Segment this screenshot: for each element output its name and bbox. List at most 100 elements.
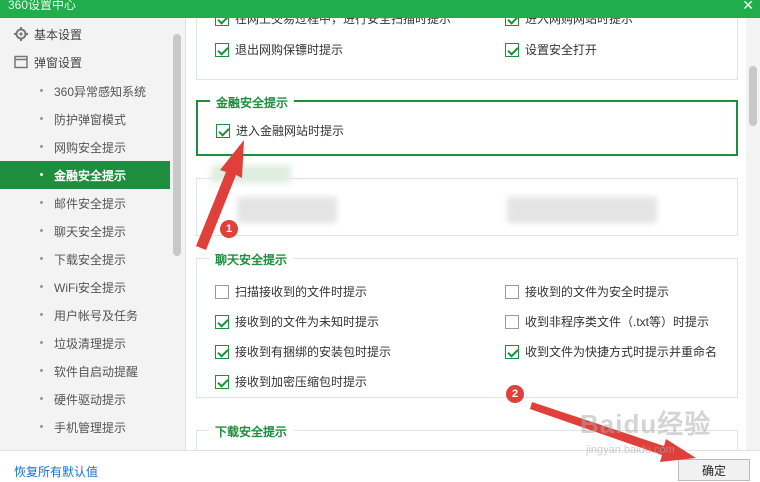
bullet-icon: [40, 397, 43, 400]
bundled-installer-checkbox[interactable]: 接收到有捆绑的安装包时提示: [215, 343, 391, 360]
obscured-content: [211, 165, 291, 183]
footer-bar: 恢复所有默认值 确定: [0, 450, 760, 482]
shortcut-rename-checkbox[interactable]: 收到文件为快捷方式时提示并重命名: [505, 343, 717, 360]
sidebar-item-label: 垃圾清理提示: [54, 336, 127, 351]
sidebar-group-basic[interactable]: 基本设置: [0, 20, 170, 48]
sidebar-item-mobile[interactable]: 手机管理提示: [0, 413, 170, 441]
checkbox[interactable]: [215, 18, 229, 26]
checkbox[interactable]: [505, 284, 519, 299]
sidebar: 基本设置 弹窗设置 360异常感知系统 防护弹窗模式 网购安全提示 金融安全提示…: [0, 18, 186, 450]
sidebar-item-label: 邮件安全提示: [54, 196, 127, 211]
gear-icon: [14, 27, 28, 41]
bullet-icon: [40, 425, 43, 428]
window-title: 360设置中心: [8, 0, 77, 12]
bullet-icon: [40, 313, 43, 316]
non-program-file-checkbox[interactable]: 收到非程序类文件（.txt等）时提示: [505, 313, 709, 330]
sidebar-item-chat[interactable]: 聊天安全提示: [0, 217, 170, 245]
file-safe-checkbox[interactable]: 接收到的文件为安全时提示: [505, 283, 669, 300]
sidebar-item-label: 金融安全提示: [54, 168, 127, 183]
sidebar-item-autostart[interactable]: 软件自启动提醒: [0, 357, 170, 385]
checkbox-label: 退出网购保镖时提示: [235, 43, 344, 57]
sidebar-item-mail[interactable]: 邮件安全提示: [0, 189, 170, 217]
checkbox[interactable]: [505, 42, 519, 57]
encrypted-archive-checkbox[interactable]: 接收到加密压缩包时提示: [215, 373, 367, 390]
chat-section-title: 聊天安全提示: [209, 251, 294, 268]
checkbox[interactable]: [215, 42, 229, 57]
chat-section: 聊天安全提示 扫描接收到的文件时提示 接收到的文件为安全时提示 接收到的文件为未…: [196, 251, 738, 398]
checkbox[interactable]: [505, 314, 519, 329]
bullet-icon: [40, 257, 43, 260]
bullet-icon: [40, 341, 43, 344]
sidebar-scroll-thumb[interactable]: [173, 34, 181, 256]
bullet-icon: [40, 229, 43, 232]
sidebar-item-wifi[interactable]: WiFi安全提示: [0, 273, 170, 301]
checkbox-label: 接收到的文件为安全时提示: [525, 285, 670, 299]
shopping-section: 在网上交易过程中，进行安全扫描时提示 进入网购网站时提示 退出网购保镖时提示 设…: [196, 18, 738, 80]
checkbox-label: 进入金融网站时提示: [236, 124, 345, 138]
ok-button[interactable]: 确定: [678, 459, 750, 481]
main-scroll-thumb[interactable]: [749, 66, 757, 126]
sidebar-group-label: 基本设置: [34, 27, 83, 42]
checkbox[interactable]: [215, 344, 229, 359]
sidebar-item-label: 网购安全提示: [54, 140, 127, 155]
checkbox-label: 进入网购网站时提示: [525, 18, 634, 26]
sidebar-item-download[interactable]: 下载安全提示: [0, 245, 170, 273]
checkbox-label: 收到非程序类文件（.txt等）时提示: [525, 315, 710, 329]
shopping-partial-left[interactable]: 在网上交易过程中，进行安全扫描时提示: [215, 18, 451, 27]
sidebar-item-label: 手机管理提示: [54, 420, 127, 435]
sidebar-item-label: 用户帐号及任务: [54, 308, 139, 323]
checkbox-label: 在网上交易过程中，进行安全扫描时提示: [235, 18, 452, 26]
checkbox-label: 设置安全打开: [525, 43, 598, 57]
sidebar-item-label: 360异常感知系统: [54, 84, 147, 99]
sidebar-item-label: WiFi安全提示: [54, 280, 126, 295]
sidebar-group-popup[interactable]: 弹窗设置: [0, 48, 170, 76]
window-icon: [14, 55, 28, 69]
sidebar-item-label: 下载安全提示: [54, 252, 127, 267]
safe-open-checkbox[interactable]: 设置安全打开: [505, 41, 597, 58]
checkbox[interactable]: [505, 18, 519, 26]
obscured-content: [507, 197, 657, 223]
checkbox[interactable]: [215, 374, 229, 389]
enter-finance-site-checkbox[interactable]: 进入金融网站时提示: [216, 122, 344, 139]
obscured-section: [196, 165, 738, 236]
shopping-partial-right[interactable]: 进入网购网站时提示: [505, 18, 633, 27]
bullet-icon: [40, 117, 43, 120]
checkbox[interactable]: [215, 314, 229, 329]
sidebar-item-label: 聊天安全提示: [54, 224, 127, 239]
sidebar-item-label: 软件自启动提醒: [54, 364, 139, 379]
sidebar-group-label: 弹窗设置: [34, 55, 83, 70]
checkbox-label: 接收到有捆绑的安装包时提示: [235, 345, 392, 359]
file-unknown-checkbox[interactable]: 接收到的文件为未知时提示: [215, 313, 379, 330]
sidebar-item-label: 硬件驱动提示: [54, 392, 127, 407]
checkbox-label: 接收到加密压缩包时提示: [235, 375, 368, 389]
sidebar-item-popup-mode[interactable]: 防护弹窗模式: [0, 105, 170, 133]
sidebar-item-account[interactable]: 用户帐号及任务: [0, 301, 170, 329]
title-bar: 360设置中心 ✕: [0, 0, 760, 18]
checkbox-label: 接收到的文件为未知时提示: [235, 315, 380, 329]
download-section: 下载安全提示: [196, 423, 738, 450]
exit-shopping-guard-checkbox[interactable]: 退出网购保镖时提示: [215, 41, 343, 58]
bullet-icon: [40, 173, 43, 176]
sidebar-scrollbar[interactable]: [171, 34, 183, 450]
download-section-title: 下载安全提示: [209, 423, 294, 440]
checkbox[interactable]: [215, 284, 229, 299]
main-scrollbar[interactable]: [746, 18, 760, 450]
sidebar-item-abnormal-perception[interactable]: 360异常感知系统: [0, 77, 170, 105]
sidebar-item-driver[interactable]: 硬件驱动提示: [0, 385, 170, 413]
close-icon[interactable]: ✕: [742, 0, 754, 14]
sidebar-item-shopping[interactable]: 网购安全提示: [0, 133, 170, 161]
finance-section-title: 金融安全提示: [210, 94, 295, 111]
obscured-content: [237, 197, 337, 223]
sidebar-item-finance[interactable]: 金融安全提示: [0, 161, 170, 189]
checkbox-label: 扫描接收到的文件时提示: [235, 285, 368, 299]
sidebar-item-cleanup[interactable]: 垃圾清理提示: [0, 329, 170, 357]
bullet-icon: [40, 89, 43, 92]
finance-section: 金融安全提示 进入金融网站时提示: [196, 94, 738, 156]
restore-defaults-link[interactable]: 恢复所有默认值: [14, 463, 98, 480]
bullet-icon: [40, 145, 43, 148]
main-panel: 在网上交易过程中，进行安全扫描时提示 进入网购网站时提示 退出网购保镖时提示 设…: [186, 18, 760, 450]
scan-received-file-checkbox[interactable]: 扫描接收到的文件时提示: [215, 283, 367, 300]
checkbox[interactable]: [505, 344, 519, 359]
bullet-icon: [40, 369, 43, 372]
checkbox[interactable]: [216, 123, 230, 138]
